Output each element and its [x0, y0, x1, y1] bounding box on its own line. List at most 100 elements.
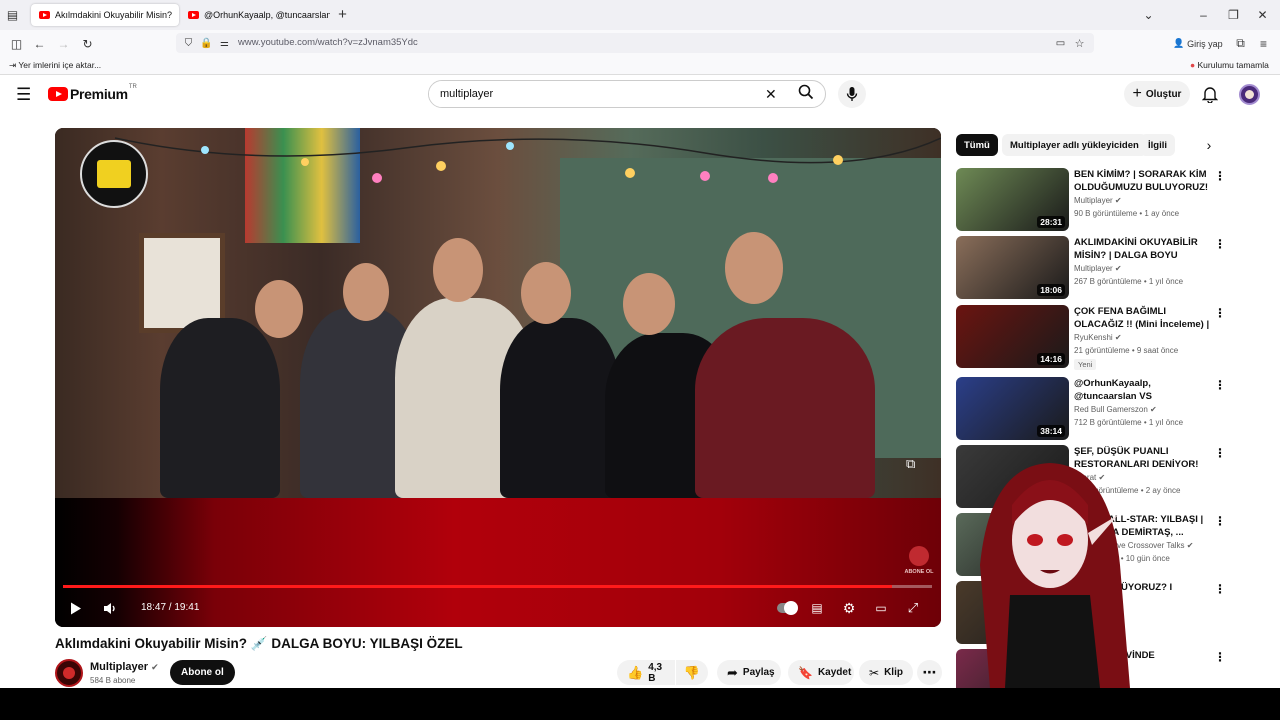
- more-vert-icon[interactable]: ⋮: [1214, 307, 1226, 321]
- tab-overview-icon[interactable]: ▤: [4, 6, 21, 23]
- bookmark-icon: 🔖: [798, 665, 813, 680]
- progress-bar[interactable]: [63, 585, 932, 588]
- video-player[interactable]: ⧉ ABONE OL 18:47 / 19:41 ▤ ⚙ ▭ ⤢: [55, 128, 941, 627]
- settings-gear-icon[interactable]: ⚙: [839, 598, 859, 618]
- chip-related[interactable]: İlgili: [1140, 134, 1175, 156]
- more-vert-icon[interactable]: ⋮: [1214, 170, 1226, 184]
- avatar[interactable]: [1239, 84, 1260, 105]
- back-icon[interactable]: ←: [31, 35, 48, 52]
- play-button[interactable]: [66, 598, 86, 618]
- address-bar[interactable]: ⛉ 🔒 ⚌ www.youtube.com/watch?v=zJvnam35Yd…: [176, 33, 1094, 53]
- permissions-icon[interactable]: ⚌: [216, 35, 233, 52]
- shield-icon[interactable]: ⛉: [180, 35, 197, 52]
- youtube-logo-icon: [48, 87, 68, 101]
- chevron-right-icon[interactable]: ›: [1197, 133, 1221, 157]
- sidebar-toggle-icon[interactable]: ◫: [8, 35, 25, 52]
- chip-from-uploader[interactable]: Multiplayer adlı yükleyiciden: [1002, 134, 1147, 156]
- thumbs-up-icon: 👍: [627, 664, 644, 680]
- clear-search-icon[interactable]: ✕: [765, 86, 777, 103]
- video-title: Aklımdakini Okuyabilir Misin? 💉 DALGA BO…: [55, 636, 463, 651]
- reload-icon[interactable]: ↻: [79, 35, 96, 52]
- window-close-icon[interactable]: ✕: [1254, 6, 1271, 23]
- more-vert-icon[interactable]: ⋮: [1214, 583, 1226, 597]
- subscribe-button[interactable]: Abone ol: [170, 660, 235, 685]
- voice-search-icon[interactable]: [838, 80, 866, 108]
- setup-complete-link[interactable]: ● Kurulumu tamamla: [1190, 60, 1269, 70]
- browser-tab-active[interactable]: Akılmdakini Okuyabilir Misin? ✕: [31, 4, 179, 26]
- like-button[interactable]: 👍 4,3 B: [617, 660, 675, 685]
- import-bookmarks-link[interactable]: ⇥ Yer imlerini içe aktar...: [9, 60, 101, 71]
- theater-mode-icon[interactable]: ▭: [871, 598, 891, 618]
- forward-icon[interactable]: →: [55, 35, 72, 52]
- tab-title: @OrhunKayaalp, @tuncaarslan: [204, 10, 330, 20]
- create-label: Oluştur: [1145, 88, 1182, 100]
- more-vert-icon[interactable]: ⋮: [1214, 447, 1226, 461]
- bookmark-star-icon[interactable]: ☆: [1071, 35, 1088, 52]
- rec-thumbnail[interactable]: 38:14: [956, 377, 1069, 440]
- youtube-favicon-icon: [39, 11, 50, 19]
- extensions-icon[interactable]: ⧉: [1232, 35, 1249, 52]
- rec-meta: 90 B görüntüleme • 1 ay önce: [1074, 209, 1180, 218]
- search-box: ✕: [428, 80, 826, 108]
- sign-in-button[interactable]: 👤 Giriş yap: [1168, 35, 1228, 52]
- more-actions-icon[interactable]: ⋯: [917, 660, 942, 685]
- miniplayer-icon[interactable]: ⧉: [906, 456, 915, 472]
- rec-item[interactable]: 38:14 @OrhunKayaalp, @tuncaarslan VS @Kay…: [956, 377, 1274, 443]
- subscribe-overlay[interactable]: ABONE OL: [904, 546, 934, 575]
- more-vert-icon[interactable]: ⋮: [1214, 651, 1226, 665]
- verified-icon: ✔: [1114, 196, 1122, 205]
- time-display: 18:47 / 19:41: [141, 602, 200, 613]
- minimize-icon[interactable]: –: [1195, 6, 1212, 23]
- fullscreen-icon[interactable]: ⤢: [903, 598, 923, 618]
- rec-item[interactable]: 18:06 AKLIMDAKİNİ OKUYABİLİR MİSİN? | DAL…: [956, 236, 1274, 302]
- rec-item[interactable]: 28:31 BEN KİMİM? | SORARAK KİM OLDUĞUMUZU…: [956, 168, 1274, 234]
- rec-title[interactable]: BEN KİMİM? | SORARAK KİM OLDUĞUMUZU BULU…: [1074, 168, 1214, 194]
- hamburger-menu-icon[interactable]: ☰: [16, 85, 31, 105]
- rec-channel[interactable]: RyuKenshi ✔: [1074, 333, 1122, 342]
- restore-icon[interactable]: ❐: [1225, 6, 1242, 23]
- channel-avatar[interactable]: [55, 659, 83, 687]
- chevron-down-icon[interactable]: ⌄: [1140, 6, 1157, 23]
- save-button[interactable]: 🔖 Kaydet: [788, 660, 854, 685]
- autoplay-toggle[interactable]: [775, 598, 799, 618]
- youtube-premium-logo[interactable]: Premium TR: [48, 84, 137, 102]
- notifications-bell-icon[interactable]: [1201, 86, 1219, 106]
- rec-thumbnail[interactable]: 14:16: [956, 305, 1069, 368]
- progress-fill: [63, 585, 893, 588]
- more-vert-icon[interactable]: ⋮: [1214, 515, 1226, 529]
- more-vert-icon[interactable]: ⋮: [1214, 379, 1226, 393]
- person-head: [433, 238, 483, 302]
- lock-icon[interactable]: 🔒: [198, 35, 215, 52]
- search-input[interactable]: [429, 81, 759, 107]
- verified-icon: ✔: [151, 662, 159, 672]
- tab-title: Akılmdakini Okuyabilir Misin?: [55, 10, 173, 20]
- new-tab-button[interactable]: +: [334, 6, 351, 23]
- youtube-favicon-icon: [188, 11, 199, 19]
- rec-channel[interactable]: Multiplayer ✔: [1074, 264, 1122, 273]
- dislike-button[interactable]: 👎: [676, 660, 708, 685]
- menu-icon[interactable]: ≡: [1255, 35, 1272, 52]
- rec-channel[interactable]: Red Bull Gamerszon ✔: [1074, 405, 1157, 414]
- rec-title[interactable]: ÇOK FENA BAĞIMLI OLACAĞIZ !! (Mini İncel…: [1074, 305, 1214, 332]
- share-button[interactable]: ➦ Paylaş: [717, 660, 781, 685]
- browser-tab[interactable]: @OrhunKayaalp, @tuncaarslan ✕: [180, 4, 330, 26]
- logo-region: TR: [128, 84, 137, 90]
- rec-title[interactable]: AKLIMDAKİNİ OKUYABİLİR MİSİN? | DALGA BO…: [1074, 236, 1214, 262]
- reader-view-icon[interactable]: ▭: [1052, 35, 1069, 52]
- volume-icon[interactable]: [100, 598, 120, 618]
- rec-title[interactable]: @OrhunKayaalp, @tuncaarslan VS @Kayaoglu…: [1074, 377, 1214, 404]
- person-head: [343, 263, 389, 321]
- search-icon[interactable]: [798, 84, 814, 104]
- person: [160, 318, 280, 498]
- clip-button[interactable]: ✂ Klip: [859, 660, 913, 685]
- thumbs-down-icon: 👎: [683, 664, 701, 680]
- chip-all[interactable]: Tümü: [956, 134, 998, 156]
- rec-thumbnail[interactable]: 28:31: [956, 168, 1069, 231]
- channel-name[interactable]: Multiplayer ✔: [90, 661, 159, 673]
- more-vert-icon[interactable]: ⋮: [1214, 238, 1226, 252]
- rec-item[interactable]: 14:16 ÇOK FENA BAĞIMLI OLACAĞIZ !! (Mini …: [956, 305, 1274, 371]
- rec-channel[interactable]: Multiplayer ✔: [1074, 196, 1122, 205]
- rec-thumbnail[interactable]: 18:06: [956, 236, 1069, 299]
- create-button[interactable]: + Oluştur: [1124, 81, 1190, 107]
- subtitles-icon[interactable]: ▤: [807, 598, 827, 618]
